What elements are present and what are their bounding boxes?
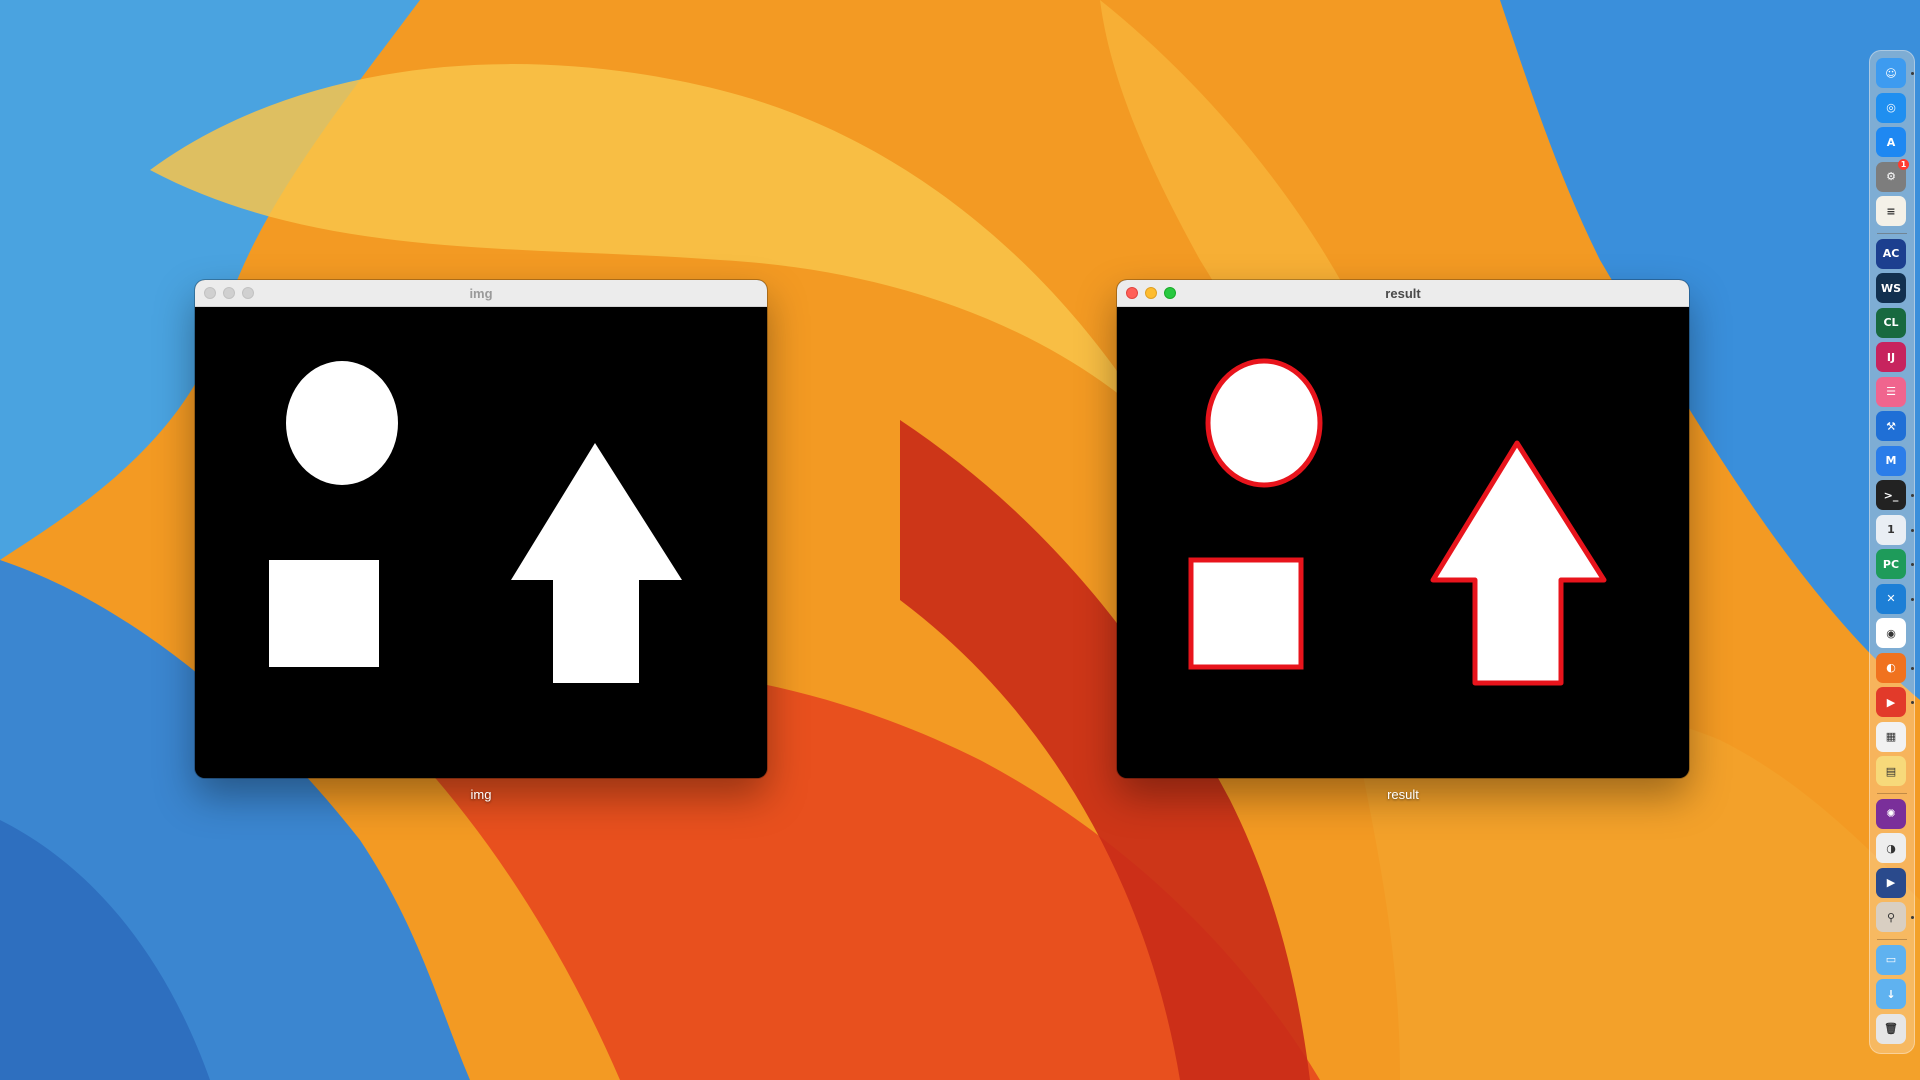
dock-separator [1877,232,1907,234]
notes-icon[interactable]: ≡ [1876,196,1906,226]
circle-contour [1205,358,1323,488]
clion-icon[interactable]: CL [1876,307,1906,338]
titlebar[interactable]: img [195,280,767,307]
app-store-icon[interactable]: A [1876,127,1906,157]
running-indicator [1911,528,1914,532]
image-canvas [195,307,767,778]
notification-badge: 1 [1898,158,1909,170]
webstorm-icon[interactable]: WS [1876,273,1906,303]
dock-separator [1877,792,1907,794]
graphic-icon[interactable]: ✺ [1876,798,1906,829]
intellij-icon[interactable]: IJ [1876,342,1906,372]
trash-icon[interactable]: 🗑 [1876,1013,1906,1044]
chrome-icon[interactable]: ◉ [1876,618,1906,648]
window-label-img: img [470,787,492,802]
launchpad-icon[interactable]: ▦ [1876,721,1906,752]
finder-icon[interactable]: ☺ [1876,58,1906,88]
circle-shape [286,361,398,485]
running-indicator [1911,597,1914,601]
running-indicator [1911,916,1914,919]
close-button[interactable] [204,287,216,299]
toggle-icon[interactable]: ◑ [1876,833,1906,863]
titlebar[interactable]: result [1117,280,1689,307]
running-indicator [1911,563,1914,566]
vscode-icon[interactable]: ✕ [1876,583,1906,614]
books-icon[interactable]: ☰ [1876,376,1906,407]
terminal-icon[interactable]: >_ [1876,480,1906,510]
player-icon[interactable]: ▶ [1876,867,1906,898]
vlc-icon[interactable]: ▶ [1876,687,1906,717]
pycharm-icon[interactable]: PC [1876,549,1906,579]
rocket-icon[interactable]: ⚲ [1876,902,1906,932]
zoom-button[interactable] [1164,287,1176,299]
stickies-icon[interactable]: ▤ [1876,756,1906,786]
result-canvas [1117,307,1689,778]
system-settings-icon[interactable]: ⚙ 1 [1876,158,1909,192]
dock: ☺ ◎ A ⚙ 1 ≡ AC WS CL IJ ☰ ⚒ M >_ 1 PC ✕ ◉ ◐ ▶ ▦ ▤ ✺ ◑ ▶ ⚲ ▭ ↓ 🗑 [1869,50,1915,1054]
result-window[interactable]: result [1117,280,1689,778]
xcode-icon[interactable]: ⚒ [1876,411,1906,441]
running-indicator [1911,666,1914,670]
window-label-result: result [1387,787,1419,802]
square-contour [1188,557,1304,670]
dock-separator [1877,938,1907,940]
close-button[interactable] [1126,287,1138,299]
minimize-button[interactable] [1145,287,1157,299]
square-shape [269,560,379,667]
running-indicator [1911,701,1914,704]
running-indicator [1911,72,1914,75]
safari-icon[interactable]: ◎ [1876,92,1906,123]
downloads-icon[interactable]: ↓ [1876,979,1906,1009]
img-window[interactable]: img [195,280,767,778]
running-indicator [1911,494,1914,497]
mindnode-icon[interactable]: M [1876,445,1906,476]
1password-icon[interactable]: 1 [1876,514,1906,545]
window-title: img [469,285,493,301]
appcode-icon[interactable]: AC [1876,238,1906,269]
minimize-button[interactable] [223,287,235,299]
zoom-button[interactable] [242,287,254,299]
window-title: result [1385,285,1421,301]
firefox-icon[interactable]: ◐ [1876,652,1906,683]
folder-icon[interactable]: ▭ [1876,944,1906,975]
